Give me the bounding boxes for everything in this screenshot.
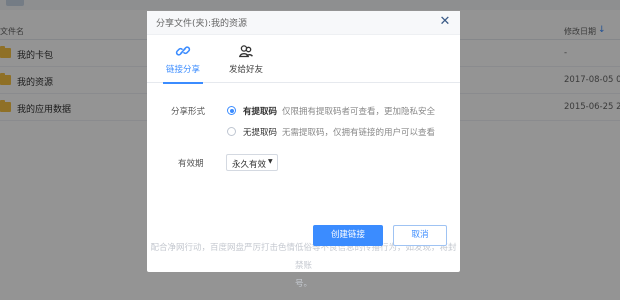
radio-button[interactable]	[227, 127, 236, 136]
tab-label: 链接分享	[165, 65, 200, 75]
option-title: 有提取码	[243, 107, 278, 117]
share-form-label: 分享形式	[171, 107, 206, 117]
friends-icon	[238, 45, 253, 58]
tab-link-share[interactable]: 链接分享	[161, 35, 205, 84]
close-icon[interactable]: ✕	[438, 15, 452, 29]
tab-send-friends[interactable]: 发给好友	[223, 35, 269, 83]
dialog-title: 分享文件(夹):我的资源	[156, 19, 248, 29]
dialog-header: 分享文件(夹):我的资源 ✕	[147, 11, 460, 35]
create-link-button[interactable]: 创建链接	[313, 225, 383, 246]
validity-label: 有效期	[178, 159, 204, 169]
policy-notice: 配合净网行动，百度网盘严厉打击色情低俗等不良信息的传播行为，如发现，将封禁账 号…	[147, 239, 460, 293]
tab-label: 发给好友	[228, 65, 263, 75]
validity-select[interactable]: 永久有效 ▼	[226, 154, 278, 171]
notice-line: 号。	[294, 279, 312, 289]
option-description: 仅限拥有提取码者可查看，更加隐私安全	[282, 107, 436, 117]
share-tabs: 链接分享 发给好友	[147, 35, 460, 84]
radio-button-checked[interactable]	[227, 106, 236, 115]
share-dialog: 分享文件(夹):我的资源 ✕ 链接分享 发给好友 分享形式 有提取码 仅限拥有提…	[147, 11, 460, 289]
option-description: 无需提取码，仅拥有链接的用户可以查看	[282, 128, 436, 138]
link-icon	[175, 46, 191, 56]
cancel-button[interactable]: 取消	[393, 225, 447, 246]
option-title: 无提取码	[243, 128, 278, 138]
validity-value: 永久有效	[232, 160, 267, 170]
caret-down-icon: ▼	[268, 158, 273, 165]
